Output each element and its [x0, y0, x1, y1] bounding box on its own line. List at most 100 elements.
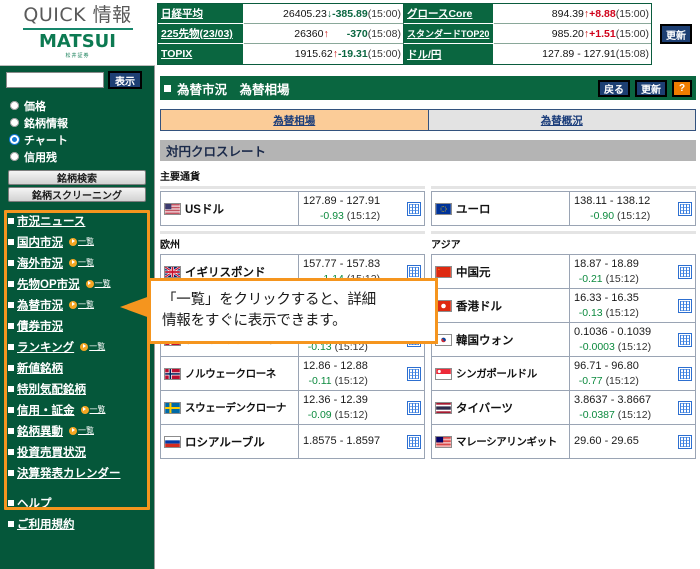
- list-link[interactable]: 一覧: [80, 341, 105, 352]
- sidebar-item-label[interactable]: 銘柄異動: [17, 423, 63, 439]
- chart-icon[interactable]: [407, 434, 421, 449]
- sidebar-item-label[interactable]: ご利用規約: [17, 516, 75, 532]
- radio-chart[interactable]: チャート: [10, 131, 154, 148]
- table-row[interactable]: シンガポールドル 96.71 - 96.80 -0.77 (15:12): [432, 357, 695, 391]
- bullet-square-icon: [8, 520, 14, 527]
- currency-change: -0.09 (15:12): [307, 408, 368, 421]
- list-link[interactable]: 一覧: [69, 236, 94, 247]
- table-row[interactable]: ロシアルーブル 1.8575 - 1.8597: [161, 425, 424, 459]
- table-row[interactable]: マレーシアリンギット 29.60 - 29.65: [432, 425, 695, 459]
- tab-fx-rates[interactable]: 為替相場: [160, 109, 429, 131]
- chart-icon[interactable]: [407, 366, 421, 381]
- sidebar-item-stock-changes[interactable]: 銘柄異動 一覧: [8, 420, 154, 441]
- sidebar-item-label[interactable]: ランキング: [17, 339, 74, 355]
- list-link[interactable]: 一覧: [69, 425, 94, 436]
- chart-icon[interactable]: [678, 264, 692, 279]
- sidebar-item-overseas-market[interactable]: 海外市況 一覧: [8, 252, 154, 273]
- search-submit-button[interactable]: 表示: [108, 71, 142, 89]
- ticker-name-225-futures[interactable]: 225先物(23/03): [158, 24, 244, 44]
- stock-screening-button[interactable]: 銘柄スクリーニング: [8, 187, 146, 202]
- table-row[interactable]: 香港ドル 16.33 - 16.35 -0.13 (15:12): [432, 289, 695, 323]
- sidebar-item-label[interactable]: 信用・証金: [17, 402, 75, 418]
- sidebar-item-label[interactable]: ヘルプ: [17, 495, 52, 511]
- sidebar-item-investment-trading-status[interactable]: 投資売買状況: [8, 441, 154, 462]
- sidebar-item-futures-op-market[interactable]: 先物OP市況 一覧: [8, 273, 154, 294]
- currency-label-cell: ユーロ: [432, 192, 570, 225]
- chart-icon[interactable]: [678, 332, 692, 347]
- list-link[interactable]: 一覧: [85, 278, 111, 289]
- table-row[interactable]: タイバーツ 3.8637 - 3.8667 -0.0387 (15:12): [432, 391, 695, 425]
- sidebar-item-help[interactable]: ヘルプ: [8, 492, 154, 513]
- tab-bar: 為替相場 為替概況: [160, 109, 696, 131]
- sidebar-item-label[interactable]: 決算発表カレンダー: [17, 465, 121, 481]
- table-row[interactable]: USドル 127.89 - 127.91 -0.93 (15:12): [161, 192, 424, 226]
- tab-label[interactable]: 為替相場: [273, 113, 315, 128]
- chart-icon[interactable]: [678, 366, 692, 381]
- sidebar-item-label[interactable]: 市況ニュース: [17, 213, 85, 229]
- sidebar-item-bond-market[interactable]: 債券市況: [8, 315, 154, 336]
- list-link[interactable]: 一覧: [80, 404, 106, 415]
- list-link-label[interactable]: 一覧: [78, 425, 94, 436]
- table-row[interactable]: ノルウェークローネ 12.86 - 12.88 -0.11 (15:12): [161, 357, 424, 391]
- chart-icon[interactable]: [678, 434, 692, 449]
- sidebar-item-ranking[interactable]: ランキング 一覧: [8, 336, 154, 357]
- stock-search-input[interactable]: [6, 72, 104, 88]
- sidebar-item-earnings-calendar[interactable]: 決算発表カレンダー: [8, 462, 154, 483]
- ticker-change: +8.88: [589, 7, 616, 20]
- radio-margin-balance[interactable]: 信用残: [10, 148, 154, 165]
- sidebar-item-label[interactable]: 為替市況: [17, 297, 63, 313]
- ticker-name-nikkei[interactable]: 日経平均: [158, 4, 244, 24]
- list-link-label[interactable]: 一覧: [78, 299, 94, 310]
- chart-icon[interactable]: [407, 264, 421, 279]
- chart-icon[interactable]: [407, 400, 421, 415]
- currency-change: -0.0387 (15:12): [579, 408, 652, 421]
- list-link[interactable]: 一覧: [69, 257, 94, 268]
- list-link-label[interactable]: 一覧: [89, 341, 105, 352]
- chart-icon[interactable]: [678, 298, 692, 313]
- sidebar-item-market-news[interactable]: 市況ニュース: [8, 210, 154, 231]
- sidebar-item-label[interactable]: 先物OP市況: [17, 276, 80, 292]
- ticker-name-standard-top20[interactable]: スタンダードTOP20: [404, 24, 494, 44]
- list-link-label[interactable]: 一覧: [78, 236, 94, 247]
- radio-stock-info[interactable]: 銘柄情報: [10, 114, 154, 131]
- tab-label[interactable]: 為替概況: [541, 113, 583, 128]
- table-row[interactable]: 韓国ウォン 0.1036 - 0.1039 -0.0003 (15:12): [432, 323, 695, 357]
- ticker-change: -370: [346, 27, 368, 40]
- list-link-label[interactable]: 一覧: [90, 404, 106, 415]
- sidebar-item-special-quote-stocks[interactable]: 特別気配銘柄: [8, 378, 154, 399]
- back-button[interactable]: 戻る: [598, 79, 630, 97]
- list-link-label[interactable]: 一覧: [78, 257, 94, 268]
- currency-range: 18.87 - 18.89: [574, 257, 639, 270]
- table-row[interactable]: スウェーデンクローナ 12.36 - 12.39 -0.09 (15:12): [161, 391, 424, 425]
- list-link-label[interactable]: 一覧: [95, 278, 111, 289]
- sidebar-item-label[interactable]: 海外市況: [17, 255, 63, 271]
- sidebar-item-margin-securities-finance[interactable]: 信用・証金 一覧: [8, 399, 154, 420]
- sidebar-item-label[interactable]: 債券市況: [17, 318, 63, 334]
- ticker-name-usd-jpy[interactable]: ドル/円: [404, 44, 494, 64]
- sidebar-item-label[interactable]: 投資売買状況: [17, 444, 86, 460]
- ticker-name-topix[interactable]: TOPIX: [158, 44, 244, 64]
- table-row[interactable]: 中国元 18.87 - 18.89 -0.21 (15:12): [432, 255, 695, 289]
- sidebar-item-domestic-market[interactable]: 国内市況 一覧: [8, 231, 154, 252]
- currency-label-cell: シンガポールドル: [432, 357, 570, 390]
- chart-icon[interactable]: [678, 201, 692, 216]
- list-link[interactable]: 一覧: [69, 299, 94, 310]
- refresh-button[interactable]: 更新: [635, 79, 667, 97]
- help-button[interactable]: ?: [672, 79, 692, 97]
- sidebar-item-new-price-stocks[interactable]: 新値銘柄: [8, 357, 154, 378]
- ticker-refresh-button[interactable]: 更新: [660, 24, 692, 44]
- chart-icon[interactable]: [678, 400, 692, 415]
- sidebar-item-label[interactable]: 特別気配銘柄: [17, 381, 86, 397]
- currency-range: 12.86 - 12.88: [303, 359, 368, 372]
- table-row[interactable]: ユーロ 138.11 - 138.12 -0.90 (15:12): [432, 192, 695, 226]
- chart-icon[interactable]: [407, 201, 421, 216]
- ticker-name-growth-core[interactable]: グロースCore: [404, 4, 494, 24]
- brand-logo[interactable]: QUICK 情報 MATSUI 松井証券: [0, 0, 155, 66]
- radio-icon-selected: [10, 135, 19, 144]
- tab-fx-overview[interactable]: 為替概況: [428, 109, 696, 131]
- radio-price[interactable]: 価格: [10, 97, 154, 114]
- sidebar-item-label[interactable]: 新値銘柄: [17, 360, 63, 376]
- sidebar-item-terms-of-use[interactable]: ご利用規約: [8, 513, 154, 534]
- stock-search-button[interactable]: 銘柄検索: [8, 170, 146, 185]
- sidebar-item-label[interactable]: 国内市況: [17, 234, 63, 250]
